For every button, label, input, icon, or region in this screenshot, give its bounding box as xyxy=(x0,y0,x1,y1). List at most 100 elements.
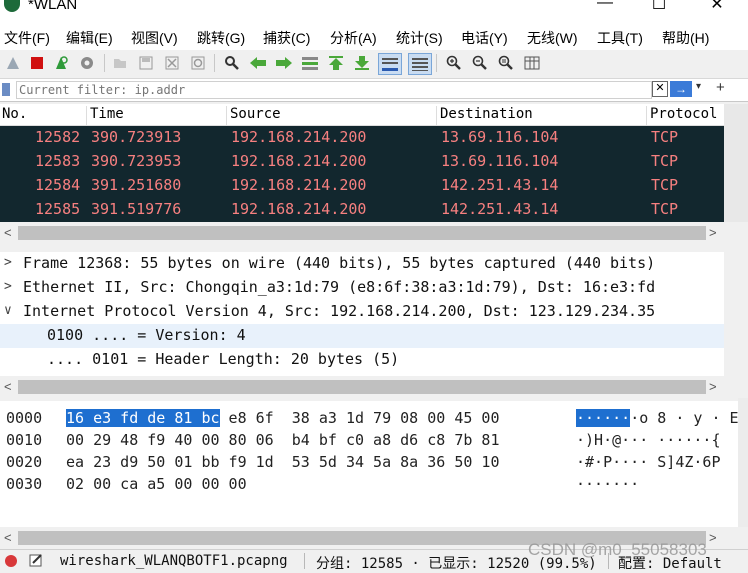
back-arrow-icon[interactable] xyxy=(248,53,268,73)
packet-row[interactable]: 12585 391.519776 192.168.214.200 142.251… xyxy=(0,198,724,222)
close-file-icon[interactable] xyxy=(162,53,182,73)
minimize-button[interactable]: — xyxy=(582,0,628,18)
clear-filter-icon[interactable]: ✕ xyxy=(652,81,668,97)
menu-go[interactable]: 跳转(G) xyxy=(197,28,245,48)
find-icon[interactable] xyxy=(222,53,242,73)
zoom-out-icon[interactable] xyxy=(470,53,490,73)
open-file-icon[interactable] xyxy=(110,53,130,73)
window-title: *WLAN xyxy=(28,0,78,13)
status-separator xyxy=(304,553,305,569)
packet-list-header: No. Time Source Destination Protocol xyxy=(0,104,724,126)
menu-statistics[interactable]: 统计(S) xyxy=(396,28,443,48)
packet-row[interactable]: 12582 390.723913 192.168.214.200 13.69.1… xyxy=(0,126,724,150)
menu-view[interactable]: 视图(V) xyxy=(131,28,178,48)
reload-icon[interactable] xyxy=(188,53,208,73)
filter-dropdown-icon[interactable]: ▾ xyxy=(696,81,701,92)
packet-time: 390.723953 xyxy=(91,152,182,170)
menu-analyze[interactable]: 分析(A) xyxy=(330,28,377,48)
details-horizontal-scrollbar[interactable]: < > xyxy=(0,376,748,398)
column-header-time[interactable]: Time xyxy=(88,106,227,125)
column-header-source[interactable]: Source xyxy=(228,106,437,125)
save-file-icon[interactable] xyxy=(136,53,156,73)
offset: 0010 xyxy=(6,431,43,449)
tree-item-frame[interactable]: > Frame 12368: 55 bytes on wire (440 bit… xyxy=(0,252,724,276)
menu-help[interactable]: 帮助(H) xyxy=(662,28,709,48)
add-filter-button[interactable]: + xyxy=(716,79,725,96)
resize-columns-icon[interactable] xyxy=(522,53,542,73)
hex-bytes[interactable]: ea 23 d9 50 01 bb f9 1d 53 5d 34 5a 8a 3… xyxy=(66,453,499,471)
menu-telephony[interactable]: 电话(Y) xyxy=(461,28,508,48)
expand-chevron-icon[interactable]: > xyxy=(4,255,12,270)
packet-list-vertical-scrollbar[interactable] xyxy=(724,104,748,222)
scroll-right-icon[interactable]: > xyxy=(709,530,717,545)
restart-icon[interactable] xyxy=(51,53,71,73)
menu-wireless[interactable]: 无线(W) xyxy=(527,28,578,48)
tree-item-label: .... 0101 = Header Length: 20 bytes (5) xyxy=(47,350,400,368)
menu-capture[interactable]: 捕获(C) xyxy=(263,28,310,48)
ascii-bytes[interactable]: ·)H·@··· ······{ xyxy=(576,431,721,449)
ascii-dump[interactable]: ·······o 8 · y · E ·)H·@··· ······{ ·#·P··… xyxy=(576,407,739,495)
scrollbar-thumb[interactable] xyxy=(18,226,706,240)
first-packet-icon[interactable] xyxy=(326,53,346,73)
toolbar-separator xyxy=(104,54,105,72)
bookmark-icon[interactable] xyxy=(2,83,10,96)
goto-packet-icon[interactable] xyxy=(300,53,320,73)
scroll-left-icon[interactable]: < xyxy=(4,379,12,394)
close-button[interactable]: ✕ xyxy=(694,0,740,18)
menu-edit[interactable]: 编辑(E) xyxy=(66,28,113,48)
packet-protocol: TCP xyxy=(651,200,679,218)
ascii-bytes[interactable]: ·#·P···· S]4Z·6P xyxy=(576,453,721,471)
tree-item-header-length[interactable]: .... 0101 = Header Length: 20 bytes (5) xyxy=(0,348,724,372)
column-header-protocol[interactable]: Protocol xyxy=(648,106,724,125)
shark-fin-icon[interactable] xyxy=(3,53,23,73)
hex-selection[interactable]: 16 e3 fd de 81 bc xyxy=(66,409,220,427)
expand-chevron-icon[interactable]: > xyxy=(4,279,12,294)
colorize-icon[interactable] xyxy=(408,53,432,75)
hex-bytes[interactable]: 02 00 ca a5 00 00 00 xyxy=(66,475,247,493)
packet-list-horizontal-scrollbar[interactable]: < > xyxy=(0,222,724,244)
zoom-normal-icon[interactable] xyxy=(496,53,516,73)
autoscroll-icon[interactable] xyxy=(378,53,402,75)
packet-time: 390.723913 xyxy=(91,128,182,146)
tree-item-ipv4[interactable]: ∨ Internet Protocol Version 4, Src: 192.… xyxy=(0,300,724,324)
zoom-in-icon[interactable] xyxy=(444,53,464,73)
packet-no: 12582 xyxy=(35,128,81,146)
display-filter-input[interactable] xyxy=(16,81,652,99)
byte-offsets: 0000 0010 0020 0030 xyxy=(6,407,42,495)
menu-file[interactable]: 文件(F) xyxy=(4,28,50,48)
hex-dump[interactable]: 16 e3 fd de 81 bc e8 6f 38 a3 1d 79 08 0… xyxy=(66,407,500,495)
capture-file-name: wireshark_WLANQBOTF1.pcapng xyxy=(60,553,288,569)
hex-bytes[interactable]: e8 6f 38 a3 1d 79 08 00 45 00 xyxy=(220,409,500,427)
scrollbar-thumb[interactable] xyxy=(18,380,706,394)
scroll-left-icon[interactable]: < xyxy=(4,225,12,240)
menu-tools[interactable]: 工具(T) xyxy=(597,28,643,48)
packet-row[interactable]: 12583 390.723953 192.168.214.200 13.69.1… xyxy=(0,150,724,174)
tree-item-version[interactable]: 0100 .... = Version: 4 xyxy=(0,324,724,348)
maximize-button[interactable]: ☐ xyxy=(636,0,682,18)
display-filter-bar: ✕ → ▾ + xyxy=(0,79,748,102)
ascii-bytes[interactable]: ·o 8 · y · E xyxy=(630,409,738,427)
scroll-left-icon[interactable]: < xyxy=(4,530,12,545)
offset: 0020 xyxy=(6,453,43,471)
hex-bytes[interactable]: 00 29 48 f9 40 00 80 06 b4 bf c0 a8 d6 c… xyxy=(66,431,499,449)
options-gear-icon[interactable] xyxy=(77,53,97,73)
tree-item-ethernet[interactable]: > Ethernet II, Src: Chongqin_a3:1d:79 (e… xyxy=(0,276,724,300)
scroll-right-icon[interactable]: > xyxy=(709,225,717,240)
last-packet-icon[interactable] xyxy=(352,53,372,73)
scroll-right-icon[interactable]: > xyxy=(709,379,717,394)
ascii-bytes[interactable]: ······· xyxy=(576,475,639,493)
stop-icon[interactable] xyxy=(27,53,47,73)
expert-info-icon[interactable] xyxy=(4,554,18,571)
ascii-selection[interactable]: ······ xyxy=(576,409,631,427)
packet-row[interactable]: 12584 391.251680 192.168.214.200 142.251… xyxy=(0,174,724,198)
apply-filter-button[interactable]: → xyxy=(670,81,692,97)
collapse-chevron-icon[interactable]: ∨ xyxy=(4,303,12,318)
capture-comment-icon[interactable] xyxy=(28,552,44,571)
column-header-no[interactable]: No. xyxy=(0,106,87,125)
packet-no: 12585 xyxy=(35,200,81,218)
forward-arrow-icon[interactable] xyxy=(274,53,294,73)
column-header-destination[interactable]: Destination xyxy=(438,106,647,125)
tree-item-label: Ethernet II, Src: Chongqin_a3:1d:79 (e8:… xyxy=(23,278,656,296)
packet-time: 391.519776 xyxy=(91,200,182,218)
packet-source: 192.168.214.200 xyxy=(231,152,367,170)
